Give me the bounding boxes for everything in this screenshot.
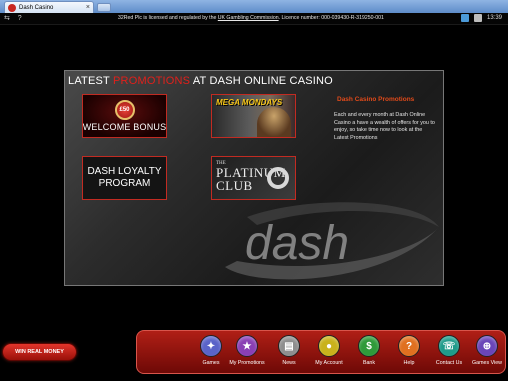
toolbar-icons[interactable]: ⇆ ? xyxy=(4,14,25,22)
volume-icon[interactable] xyxy=(473,14,482,22)
nav-label: Games xyxy=(202,360,220,366)
nav-label: Bank xyxy=(362,360,376,366)
nav-news[interactable]: ▤ News xyxy=(267,331,311,375)
casino-favicon-icon xyxy=(8,3,16,12)
close-tab-icon[interactable]: × xyxy=(86,3,90,12)
new-tab-button[interactable] xyxy=(97,3,111,12)
phone-icon: ☏ xyxy=(438,335,460,357)
licence-text: 32Red Plc is licensed and regulated by t… xyxy=(118,15,384,21)
games-view-icon: ⊕ xyxy=(476,335,498,357)
loyalty-label-line2: PROGRAM xyxy=(98,178,151,189)
nav-games-view[interactable]: ⊕ Games View xyxy=(465,331,508,375)
nav-label: My Promotions xyxy=(229,360,265,366)
platinum-club-banner[interactable]: THE PLATINUM CLUB xyxy=(211,156,296,200)
nav-label: Games View xyxy=(472,360,502,366)
bank-icon: $ xyxy=(358,335,380,357)
games-icon: ✦ xyxy=(200,335,222,357)
nav-label: Contact Us xyxy=(435,360,463,366)
licence-bar: ⇆ ? 32Red Plc is licensed and regulated … xyxy=(0,13,508,25)
title-part1: LATEST xyxy=(68,75,114,87)
ring-icon xyxy=(267,167,289,189)
promotions-description: Each and every month at Dash Online Casi… xyxy=(334,112,435,141)
svg-text:dash: dash xyxy=(245,217,349,270)
welcome-bonus-banner[interactable]: £50 WELCOME BONUS xyxy=(82,94,167,138)
win-real-money-button[interactable]: WIN REAL MONEY xyxy=(2,343,77,361)
mega-mondays-label: MEGA MONDAYS xyxy=(216,98,283,107)
nav-label: Help xyxy=(403,360,415,366)
dash-logo: dash xyxy=(225,202,439,280)
casino-chip-icon: £50 xyxy=(114,100,135,120)
tab-title: Dash Casino xyxy=(19,4,54,11)
loyalty-label-line1: DASH LOYALTY xyxy=(87,166,162,177)
nav-my-promotions[interactable]: ★ My Promotions xyxy=(225,331,269,375)
nav-label: My Account xyxy=(315,360,343,366)
title-part2: AT DASH ONLINE CASINO xyxy=(190,75,333,87)
promotions-panel: LATEST PROMOTIONS AT DASH ONLINE CASINO … xyxy=(64,70,444,286)
casino-window: Dash Casino × ⇆ ? 32Red Plc is licensed … xyxy=(0,0,508,381)
nav-label: News xyxy=(282,360,296,366)
account-icon: ● xyxy=(318,335,340,357)
nav-help[interactable]: ? Help xyxy=(387,331,431,375)
system-tray: 13:39 xyxy=(460,14,502,22)
warrior-image xyxy=(257,107,291,137)
browser-tab[interactable]: Dash Casino × xyxy=(4,1,94,13)
title-highlight: PROMOTIONS xyxy=(113,75,191,87)
promotions-icon: ★ xyxy=(236,335,258,357)
news-icon: ▤ xyxy=(278,335,300,357)
help-icon: ? xyxy=(398,335,420,357)
clock: 13:39 xyxy=(486,15,502,21)
bottom-nav: ✦ Games ★ My Promotions ▤ News ● My Acco… xyxy=(136,330,506,374)
browser-tab-strip: Dash Casino × xyxy=(0,0,508,13)
mega-mondays-banner[interactable]: MEGA MONDAYS xyxy=(211,94,296,138)
licence-suffix: . Licence number: 000-039430-R-319250-00… xyxy=(278,15,384,21)
promotions-heading: Dash Casino Promotions xyxy=(337,96,415,103)
loyalty-program-banner[interactable]: DASH LOYALTY PROGRAM xyxy=(82,156,167,200)
page-title: LATEST PROMOTIONS AT DASH ONLINE CASINO xyxy=(68,75,333,87)
nav-bank[interactable]: $ Bank xyxy=(347,331,391,375)
welcome-bonus-label: WELCOME BONUS xyxy=(82,122,167,132)
network-icon[interactable] xyxy=(460,14,469,22)
licence-prefix: 32Red Plc is licensed and regulated by t… xyxy=(118,15,218,21)
nav-my-account[interactable]: ● My Account xyxy=(307,331,351,375)
gambling-commission-link[interactable]: UK Gambling Commission xyxy=(218,15,279,21)
